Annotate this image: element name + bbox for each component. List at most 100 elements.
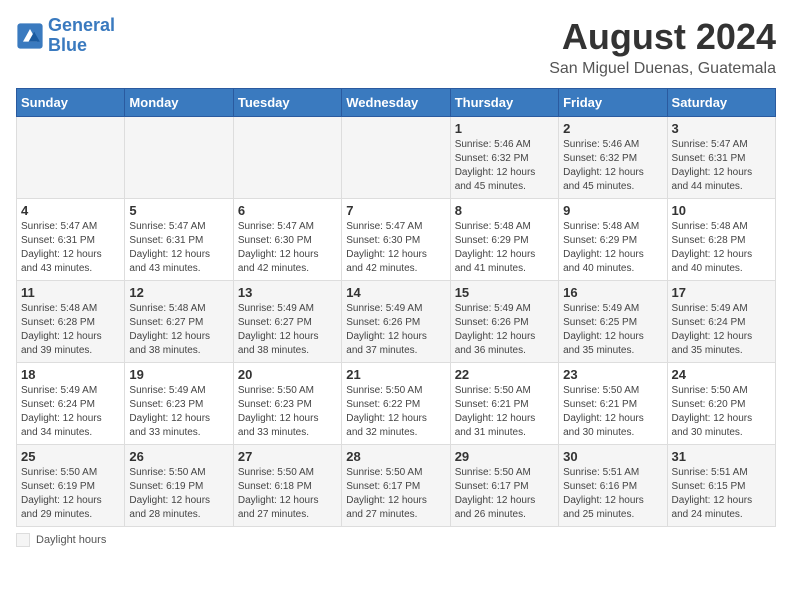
day-info: Sunrise: 5:51 AM Sunset: 6:16 PM Dayligh… [563,466,662,522]
day-number: 1 [455,121,554,136]
calendar-cell: 24 Sunrise: 5:50 AM Sunset: 6:20 PM Dayli… [667,363,775,445]
header-day: Friday [559,89,667,117]
calendar-cell: 15 Sunrise: 5:49 AM Sunset: 6:26 PM Dayli… [450,281,558,363]
day-number: 19 [129,367,228,382]
day-number: 27 [238,449,337,464]
calendar-cell: 28 Sunrise: 5:50 AM Sunset: 6:17 PM Dayli… [342,445,450,527]
day-number: 13 [238,285,337,300]
day-info: Sunrise: 5:49 AM Sunset: 6:25 PM Dayligh… [563,302,662,358]
calendar-cell: 2 Sunrise: 5:46 AM Sunset: 6:32 PM Daylig… [559,117,667,199]
day-info: Sunrise: 5:48 AM Sunset: 6:29 PM Dayligh… [563,220,662,276]
header-day: Saturday [667,89,775,117]
calendar-cell: 11Sunrise: 5:48 AM Sunset: 6:28 PM Dayli… [17,281,125,363]
day-number: 3 [672,121,771,136]
calendar-cell: 6 Sunrise: 5:47 AM Sunset: 6:30 PM Daylig… [233,199,341,281]
calendar-cell: 30 Sunrise: 5:51 AM Sunset: 6:16 PM Dayli… [559,445,667,527]
header-day: Sunday [17,89,125,117]
day-info: Sunrise: 5:49 AM Sunset: 6:23 PM Dayligh… [129,384,228,440]
calendar-cell: 13 Sunrise: 5:49 AM Sunset: 6:27 PM Dayli… [233,281,341,363]
calendar-cell: 1 Sunrise: 5:46 AM Sunset: 6:32 PM Daylig… [450,117,558,199]
day-info: Sunrise: 5:49 AM Sunset: 6:24 PM Dayligh… [672,302,771,358]
calendar-cell: 27 Sunrise: 5:50 AM Sunset: 6:18 PM Dayli… [233,445,341,527]
header-day: Thursday [450,89,558,117]
calendar-cell: 10 Sunrise: 5:48 AM Sunset: 6:28 PM Dayli… [667,199,775,281]
day-number: 28 [346,449,445,464]
day-number: 30 [563,449,662,464]
day-info: Sunrise: 5:46 AM Sunset: 6:32 PM Dayligh… [563,138,662,194]
header-day: Monday [125,89,233,117]
calendar-cell: 17 Sunrise: 5:49 AM Sunset: 6:24 PM Dayli… [667,281,775,363]
calendar-cell [342,117,450,199]
header-day: Wednesday [342,89,450,117]
day-number: 6 [238,203,337,218]
day-info: Sunrise: 5:47 AM Sunset: 6:31 PM Dayligh… [129,220,228,276]
calendar-cell: 31 Sunrise: 5:51 AM Sunset: 6:15 PM Dayli… [667,445,775,527]
calendar-cell: 29 Sunrise: 5:50 AM Sunset: 6:17 PM Dayli… [450,445,558,527]
logo-text: General Blue [48,16,115,56]
day-number: 25 [21,449,120,464]
day-info: Sunrise: 5:50 AM Sunset: 6:21 PM Dayligh… [455,384,554,440]
calendar-week-row: 18Sunrise: 5:49 AM Sunset: 6:24 PM Dayli… [17,363,776,445]
calendar-week-row: 11Sunrise: 5:48 AM Sunset: 6:28 PM Dayli… [17,281,776,363]
footnote-label: Daylight hours [36,534,106,546]
page-header: General Blue August 2024 San Miguel Duen… [16,16,776,78]
day-info: Sunrise: 5:50 AM Sunset: 6:17 PM Dayligh… [346,466,445,522]
day-info: Sunrise: 5:51 AM Sunset: 6:15 PM Dayligh… [672,466,771,522]
calendar-cell: 14 Sunrise: 5:49 AM Sunset: 6:26 PM Dayli… [342,281,450,363]
day-info: Sunrise: 5:50 AM Sunset: 6:19 PM Dayligh… [21,466,120,522]
calendar-cell: 19 Sunrise: 5:49 AM Sunset: 6:23 PM Dayli… [125,363,233,445]
day-info: Sunrise: 5:48 AM Sunset: 6:27 PM Dayligh… [129,302,228,358]
day-info: Sunrise: 5:46 AM Sunset: 6:32 PM Dayligh… [455,138,554,194]
day-info: Sunrise: 5:50 AM Sunset: 6:17 PM Dayligh… [455,466,554,522]
logo: General Blue [16,16,115,56]
calendar-table: SundayMondayTuesdayWednesdayThursdayFrid… [16,88,776,527]
calendar-cell: 8Sunrise: 5:48 AM Sunset: 6:29 PM Daylig… [450,199,558,281]
calendar-cell [17,117,125,199]
footnote: Daylight hours [16,533,776,547]
calendar-cell: 7Sunrise: 5:47 AM Sunset: 6:30 PM Daylig… [342,199,450,281]
day-number: 14 [346,285,445,300]
day-number: 24 [672,367,771,382]
day-info: Sunrise: 5:50 AM Sunset: 6:19 PM Dayligh… [129,466,228,522]
calendar-cell: 5 Sunrise: 5:47 AM Sunset: 6:31 PM Daylig… [125,199,233,281]
footnote-box [16,533,30,547]
calendar-cell [125,117,233,199]
calendar-cell: 4Sunrise: 5:47 AM Sunset: 6:31 PM Daylig… [17,199,125,281]
calendar-cell: 9Sunrise: 5:48 AM Sunset: 6:29 PM Daylig… [559,199,667,281]
main-title: August 2024 [549,16,776,58]
day-info: Sunrise: 5:50 AM Sunset: 6:20 PM Dayligh… [672,384,771,440]
day-info: Sunrise: 5:47 AM Sunset: 6:31 PM Dayligh… [21,220,120,276]
day-number: 10 [672,203,771,218]
day-info: Sunrise: 5:48 AM Sunset: 6:29 PM Dayligh… [455,220,554,276]
day-info: Sunrise: 5:50 AM Sunset: 6:23 PM Dayligh… [238,384,337,440]
calendar-cell: 23Sunrise: 5:50 AM Sunset: 6:21 PM Dayli… [559,363,667,445]
day-info: Sunrise: 5:47 AM Sunset: 6:30 PM Dayligh… [238,220,337,276]
day-info: Sunrise: 5:49 AM Sunset: 6:27 PM Dayligh… [238,302,337,358]
calendar-cell: 16Sunrise: 5:49 AM Sunset: 6:25 PM Dayli… [559,281,667,363]
day-number: 2 [563,121,662,136]
logo-line2: Blue [48,35,87,55]
day-number: 31 [672,449,771,464]
calendar-week-row: 4Sunrise: 5:47 AM Sunset: 6:31 PM Daylig… [17,199,776,281]
day-info: Sunrise: 5:49 AM Sunset: 6:26 PM Dayligh… [346,302,445,358]
day-number: 12 [129,285,228,300]
day-number: 5 [129,203,228,218]
day-number: 18 [21,367,120,382]
calendar-cell: 3Sunrise: 5:47 AM Sunset: 6:31 PM Daylig… [667,117,775,199]
day-number: 26 [129,449,228,464]
day-number: 11 [21,285,120,300]
day-number: 15 [455,285,554,300]
calendar-cell: 12 Sunrise: 5:48 AM Sunset: 6:27 PM Dayli… [125,281,233,363]
day-info: Sunrise: 5:50 AM Sunset: 6:18 PM Dayligh… [238,466,337,522]
day-info: Sunrise: 5:49 AM Sunset: 6:26 PM Dayligh… [455,302,554,358]
logo-icon [16,22,44,50]
header-row: SundayMondayTuesdayWednesdayThursdayFrid… [17,89,776,117]
calendar-cell: 25 Sunrise: 5:50 AM Sunset: 6:19 PM Dayli… [17,445,125,527]
sub-title: San Miguel Duenas, Guatemala [549,60,776,78]
day-number: 29 [455,449,554,464]
calendar-cell: 21Sunrise: 5:50 AM Sunset: 6:22 PM Dayli… [342,363,450,445]
day-info: Sunrise: 5:48 AM Sunset: 6:28 PM Dayligh… [672,220,771,276]
calendar-week-row: 1 Sunrise: 5:46 AM Sunset: 6:32 PM Daylig… [17,117,776,199]
day-number: 17 [672,285,771,300]
calendar-cell: 26 Sunrise: 5:50 AM Sunset: 6:19 PM Dayli… [125,445,233,527]
